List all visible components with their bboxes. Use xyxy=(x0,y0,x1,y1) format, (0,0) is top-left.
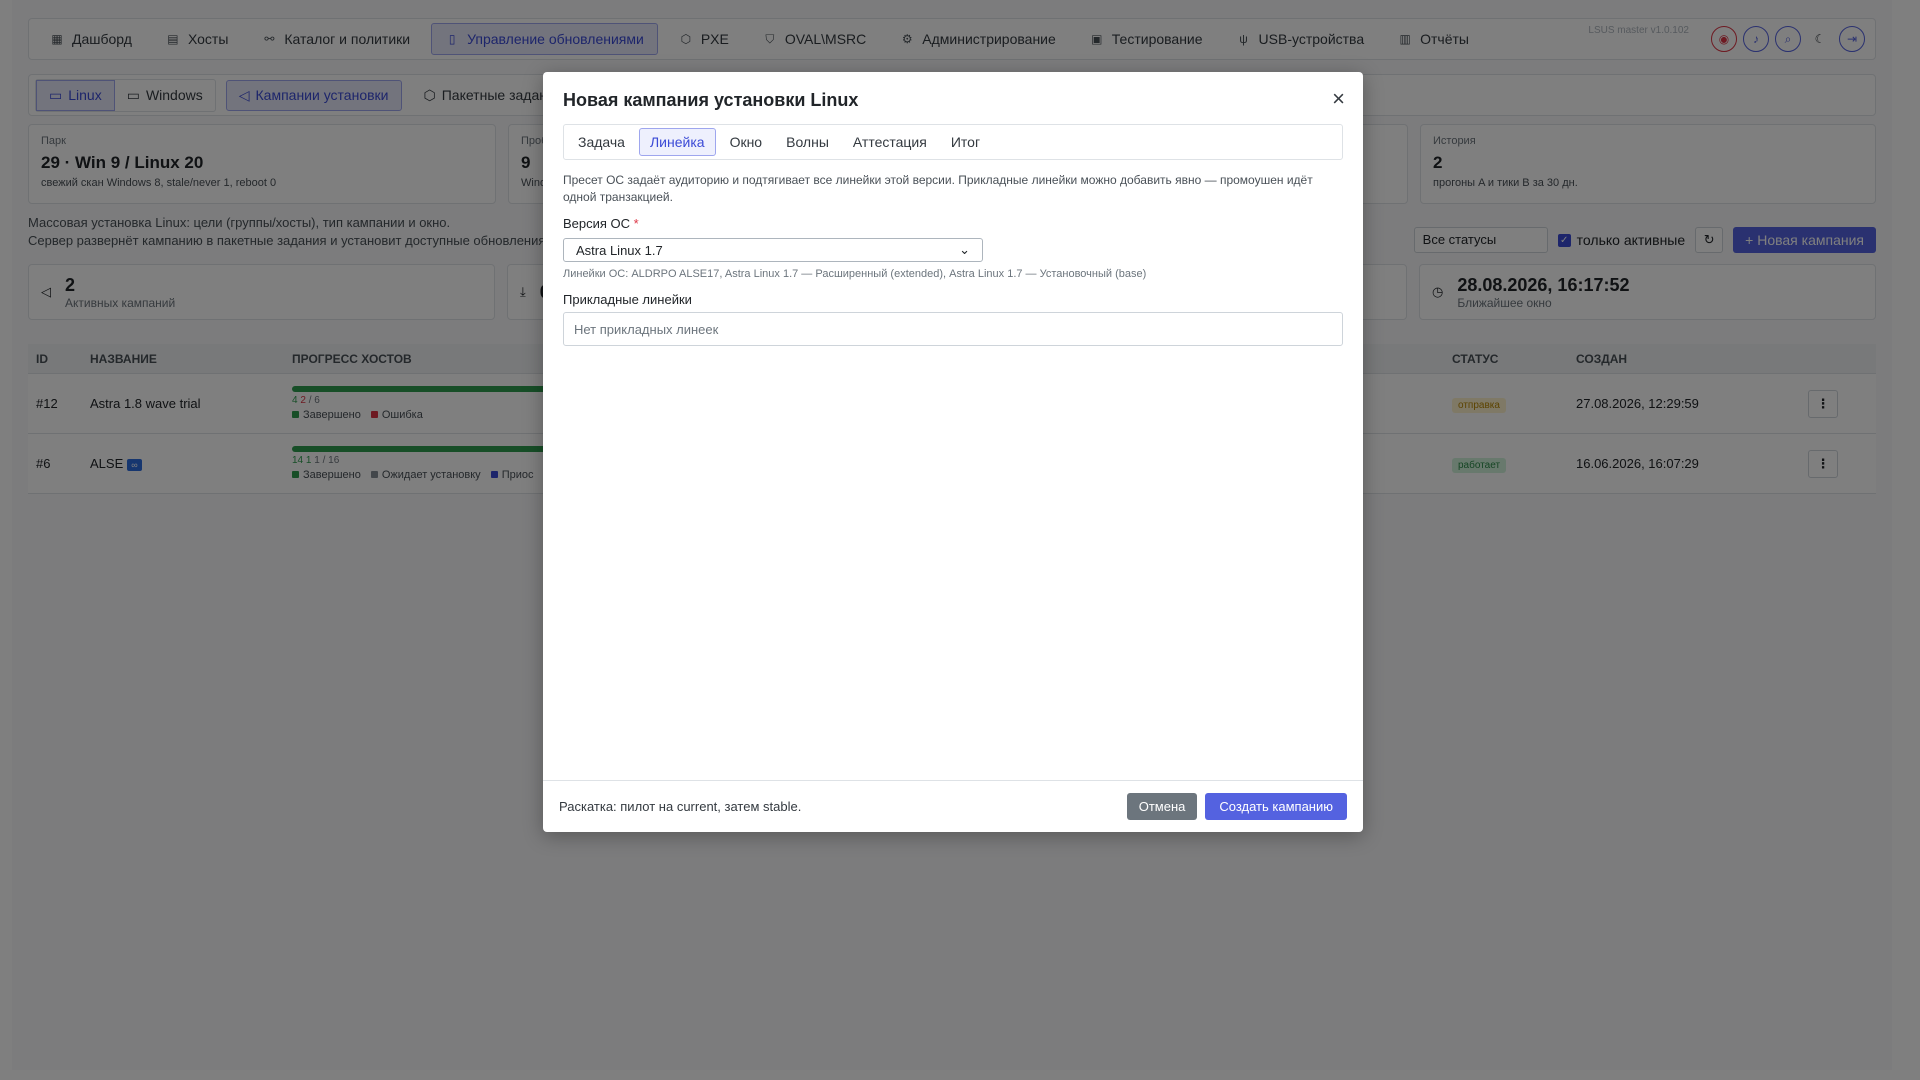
create-campaign-button[interactable]: Создать кампанию xyxy=(1205,793,1347,820)
tab-line[interactable]: Линейка xyxy=(638,128,716,156)
os-lines-hint: Линейки ОС: ALDRPO ALSE17, Astra Linux 1… xyxy=(563,268,1147,280)
wizard-tabs: Задача Линейка Окно Волны Аттестация Ито… xyxy=(563,124,1343,160)
modal-footer: Раскатка: пилот на current, затем stable… xyxy=(543,780,1363,832)
os-version-select[interactable]: Astra Linux 1.7 ⌄ xyxy=(563,238,983,262)
os-version-value: Astra Linux 1.7 xyxy=(576,242,663,258)
new-campaign-modal: Новая кампания установки Linux × Задача … xyxy=(543,72,1363,832)
rollout-text: Раскатка: пилот на current, затем stable… xyxy=(559,799,802,814)
tab-summary[interactable]: Итог xyxy=(941,129,990,155)
tab-window[interactable]: Окно xyxy=(720,129,773,155)
tab-task[interactable]: Задача xyxy=(568,129,635,155)
tab-attestation[interactable]: Аттестация xyxy=(843,129,937,155)
app-lines-field[interactable]: Нет прикладных линеек xyxy=(563,312,1343,346)
tab-waves[interactable]: Волны xyxy=(776,129,839,155)
cancel-button[interactable]: Отмена xyxy=(1126,793,1198,820)
chevron-down-icon: ⌄ xyxy=(959,242,970,257)
modal-title: Новая кампания установки Linux xyxy=(563,90,859,110)
app-lines-label: Прикладные линейки xyxy=(563,292,692,307)
close-icon[interactable]: × xyxy=(1332,86,1345,112)
line-hint: Пресет ОС задаёт аудиторию и подтягивает… xyxy=(563,173,1313,204)
os-version-label: Версия ОС * xyxy=(563,216,639,231)
